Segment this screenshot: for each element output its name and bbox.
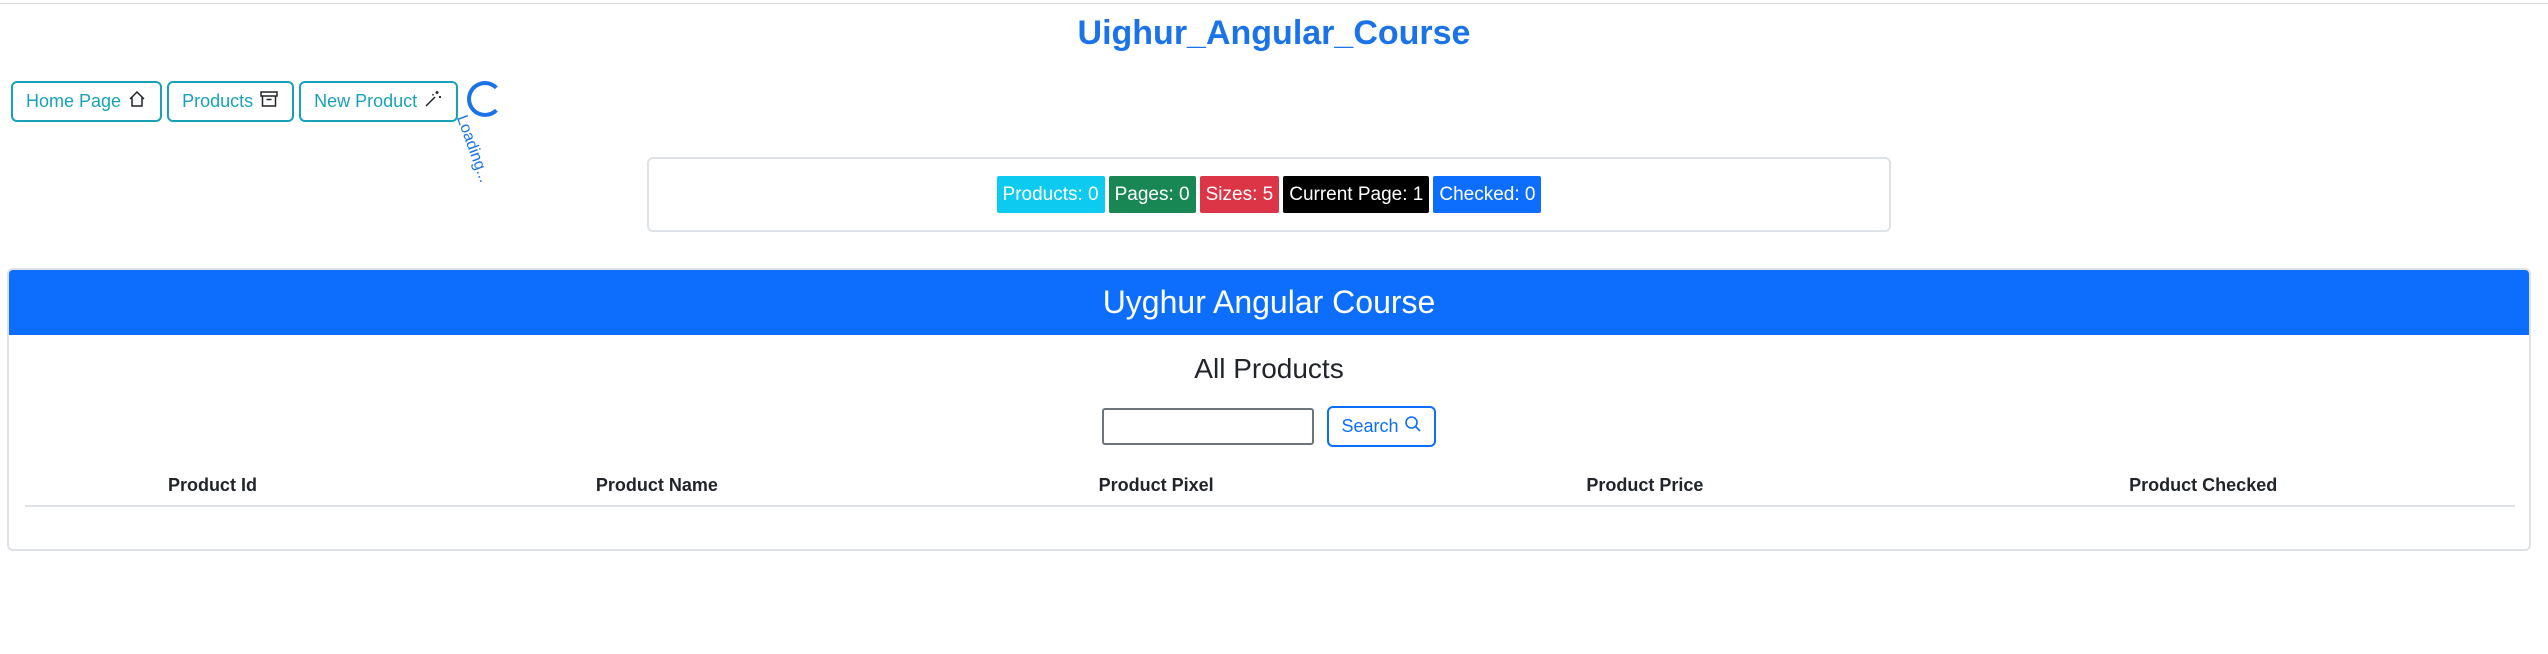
current-page-badge: Current Page: 1 bbox=[1283, 176, 1430, 213]
home-page-button[interactable]: Home Page bbox=[11, 81, 163, 122]
card-header: Uyghur Angular Course bbox=[9, 270, 2529, 335]
search-button-label: Search bbox=[1341, 416, 1399, 436]
table-header-row: Product Id Product Name Product Pixel Pr… bbox=[25, 466, 2515, 507]
section-title: All Products bbox=[1194, 353, 1344, 384]
archive-icon bbox=[259, 89, 279, 114]
loading-text: Loading... bbox=[453, 113, 494, 185]
column-header-product-pixel: Product Pixel bbox=[913, 466, 1399, 507]
search-button[interactable]: Search bbox=[1327, 406, 1436, 447]
new-product-button[interactable]: New Product bbox=[299, 81, 459, 122]
search-row: Search bbox=[9, 406, 2529, 447]
column-header-product-name: Product Name bbox=[399, 466, 914, 507]
products-label: Products bbox=[182, 91, 254, 111]
nav-bar: Home Page Products New Product Loading..… bbox=[11, 81, 507, 185]
stats-card: Products: 0 Pages: 0 Sizes: 5 Current Pa… bbox=[647, 157, 1891, 232]
products-button[interactable]: Products bbox=[167, 81, 295, 122]
house-icon bbox=[127, 89, 147, 114]
app-title: Uighur_Angular_Course bbox=[1077, 14, 1471, 52]
loading-indicator: Loading... bbox=[453, 81, 507, 185]
products-count-badge: Products: 0 bbox=[996, 176, 1105, 213]
spinner-icon bbox=[467, 81, 504, 117]
products-table: Product Id Product Name Product Pixel Pr… bbox=[25, 466, 2515, 507]
pages-count-badge: Pages: 0 bbox=[1108, 176, 1196, 213]
search-icon bbox=[1404, 415, 1422, 438]
column-header-product-price: Product Price bbox=[1398, 466, 1892, 507]
column-header-product-id: Product Id bbox=[25, 466, 400, 507]
top-divider bbox=[0, 3, 2548, 4]
new-product-label: New Product bbox=[314, 91, 418, 111]
search-input[interactable] bbox=[1102, 408, 1315, 445]
magic-wand-icon bbox=[423, 89, 443, 114]
sizes-badge: Sizes: 5 bbox=[1199, 176, 1280, 213]
home-page-label: Home Page bbox=[26, 91, 122, 111]
column-header-product-checked: Product Checked bbox=[1891, 466, 2515, 507]
checked-count-badge: Checked: 0 bbox=[1433, 176, 1542, 213]
products-card: Uyghur Angular Course All Products Searc… bbox=[7, 268, 2531, 551]
